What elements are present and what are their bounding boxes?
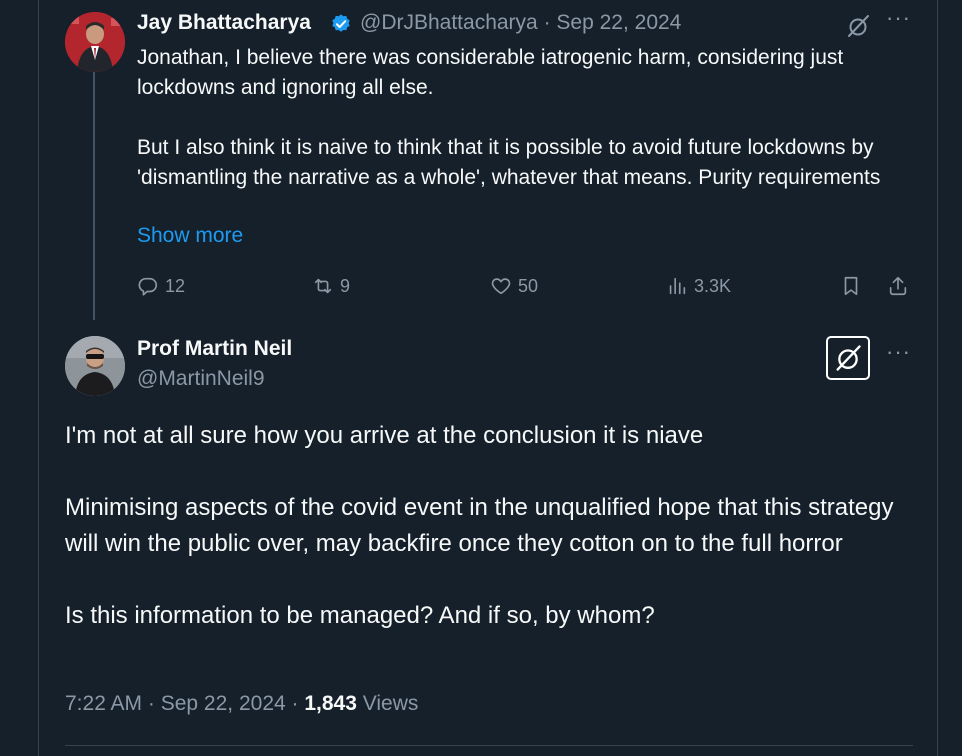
views-label: Views [356, 692, 419, 715]
verified-badge-icon [332, 14, 350, 32]
grok-icon[interactable] [845, 13, 871, 39]
grok-button[interactable] [826, 336, 870, 380]
reply-icon [138, 277, 158, 296]
avatar-image [65, 12, 125, 72]
tweet-footer-meta: 7:22 AM · Sep 22, 2024 · 1,843 Views [65, 692, 418, 716]
retweet-button[interactable]: 9 [312, 272, 350, 300]
retweet-count: 9 [340, 275, 351, 296]
more-icon[interactable]: ··· [886, 5, 911, 31]
grok-icon [836, 345, 861, 371]
column-border-left [38, 0, 39, 756]
views-icon [669, 277, 686, 295]
tweet-paragraph: But I also think it is naive to think th… [137, 136, 881, 189]
views-button[interactable]: 3.3K [666, 272, 731, 300]
bookmark-icon [844, 276, 858, 296]
heart-icon [491, 278, 511, 295]
show-more-link[interactable]: Show more [137, 224, 243, 248]
share-button[interactable] [887, 272, 915, 300]
reply-button[interactable]: 12 [137, 272, 185, 300]
avatar[interactable] [65, 336, 125, 396]
divider [65, 745, 913, 746]
views-count: 3.3K [694, 275, 732, 296]
reply-count: 12 [165, 275, 186, 296]
share-icon [889, 276, 907, 296]
author-name[interactable]: Jay Bhattacharya [137, 11, 311, 35]
meta-separator: · [142, 692, 161, 715]
more-icon[interactable]: ··· [886, 339, 911, 365]
views-count: 1,843 [304, 692, 357, 715]
tweet-body: I'm not at all sure how you arrive at th… [65, 418, 925, 634]
author-name[interactable]: Prof Martin Neil [137, 337, 292, 361]
like-count: 50 [518, 275, 539, 296]
author-handle[interactable]: @MartinNeil9 [137, 367, 265, 391]
tweet-time[interactable]: 7:22 AM [65, 692, 142, 715]
thread-connector-line [93, 72, 95, 320]
meta-separator: · [543, 11, 551, 34]
tweet-paragraph: Minimising aspects of the covid event in… [65, 494, 894, 557]
like-button[interactable]: 50 [490, 272, 538, 300]
column-border-right [937, 0, 938, 756]
author-handle[interactable]: @DrJBhattacharya [360, 11, 538, 34]
tweet-date[interactable]: Sep 22, 2024 [161, 692, 286, 715]
meta-separator: · [285, 692, 305, 715]
avatar[interactable] [65, 12, 125, 72]
tweet-paragraph: Is this information to be managed? And i… [65, 602, 655, 629]
retweet-icon [314, 278, 332, 294]
tweet-paragraph: Jonathan, I believe there was considerab… [137, 46, 844, 99]
bookmark-button[interactable] [840, 272, 868, 300]
tweet-meta: @DrJBhattacharya · Sep 22, 2024 [360, 11, 681, 35]
tweet-date[interactable]: Sep 22, 2024 [556, 11, 681, 34]
tweet-paragraph: I'm not at all sure how you arrive at th… [65, 422, 704, 449]
avatar-image [65, 336, 125, 396]
tweet-body: Jonathan, I believe there was considerab… [137, 43, 917, 193]
